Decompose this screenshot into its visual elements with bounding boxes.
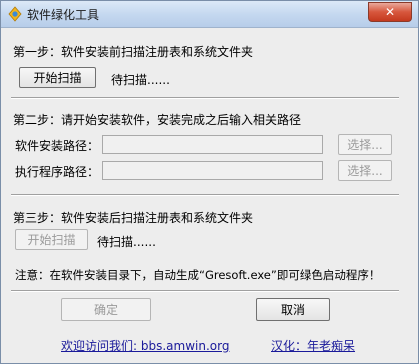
ok-button[interactable]: 确定 (61, 298, 151, 321)
step1-scan-button[interactable]: 开始扫描 (19, 67, 96, 88)
close-button[interactable]: ✕ (368, 2, 412, 22)
install-path-label: 软件安装路径： (15, 139, 100, 153)
install-path-field[interactable] (102, 135, 323, 154)
exe-path-label: 执行程序路径： (15, 165, 100, 179)
exe-path-browse-label: 选择... (347, 164, 383, 178)
step3-scan-button-label: 开始扫描 (27, 233, 76, 247)
step3-scan-button[interactable]: 开始扫描 (15, 229, 88, 250)
step3-label: 第三步：软件安装后扫描注册表和系统文件夹 (13, 211, 254, 225)
exe-path-browse-button[interactable]: 选择... (338, 160, 392, 181)
exe-path-field[interactable] (102, 161, 323, 180)
close-icon: ✕ (384, 5, 396, 19)
step1-scan-button-label: 开始扫描 (33, 71, 82, 85)
cancel-button-label: 取消 (280, 303, 305, 317)
separator-3 (11, 290, 399, 292)
window-title: 软件绿化工具 (27, 8, 100, 22)
cancel-button[interactable]: 取消 (256, 298, 330, 321)
app-window: 软件绿化工具 ✕ 第一步：软件安装前扫描注册表和系统文件夹 开始扫描 待扫描..… (0, 0, 419, 364)
localizer-link[interactable]: 汉化：年老痴呆 (271, 337, 355, 354)
title-bar: 软件绿化工具 ✕ (1, 1, 418, 28)
note-text: 注意：在软件安装目录下，自动生成“Gresoft.exe”即可绿色启动程序！ (15, 268, 381, 282)
app-logo-icon (7, 6, 23, 22)
step1-status: 待扫描...... (111, 73, 170, 87)
separator-1 (11, 97, 399, 99)
ok-button-label: 确定 (93, 303, 118, 317)
install-path-browse-label: 选择... (347, 138, 383, 152)
step1-label: 第一步：软件安装前扫描注册表和系统文件夹 (13, 45, 254, 59)
step3-status: 待扫描...... (97, 235, 156, 249)
step2-label: 第二步：请开始安装软件，安装完成之后输入相关路径 (13, 113, 302, 127)
separator-2 (11, 194, 399, 196)
install-path-browse-button[interactable]: 选择... (338, 134, 392, 155)
website-link[interactable]: 欢迎访问我们: bbs.amwin.org (61, 337, 229, 354)
